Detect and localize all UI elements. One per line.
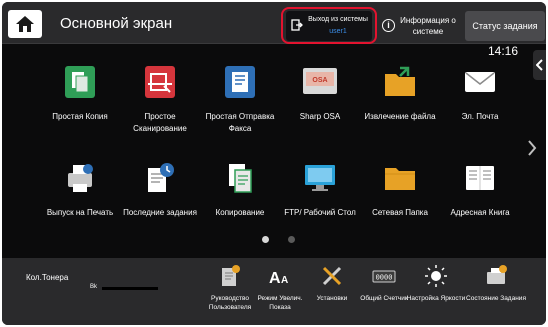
next-page-arrow[interactable] — [527, 139, 537, 162]
page-dot-active[interactable] — [262, 236, 269, 243]
app-tile-simple-copy[interactable]: Простая Копия — [40, 64, 120, 148]
home-screen: Основной экран Выход из системы user1 i … — [2, 2, 546, 325]
toner-color-label: Bk — [90, 284, 98, 290]
app-label: Простое Сканирование — [133, 112, 187, 133]
svg-text:A: A — [269, 270, 281, 287]
top-bar: Основной экран Выход из системы user1 i … — [2, 2, 546, 44]
toner-level-bar — [102, 287, 158, 290]
app-tile-file-retrieval[interactable]: Извлечение файла — [360, 64, 440, 148]
svg-text:0000: 0000 — [376, 275, 393, 283]
fax-blue-icon — [225, 66, 255, 98]
shortcut-label: Общий Счетчик — [360, 295, 408, 302]
info-icon: i — [382, 19, 395, 32]
zoom-text-icon: A A — [269, 270, 288, 287]
shortcut-settings[interactable]: Установки — [306, 264, 358, 322]
job-status-icon — [487, 265, 507, 284]
clock: 14:16 — [488, 44, 519, 58]
job-status-button[interactable]: Статус задания — [465, 11, 545, 41]
toner-label: Кол.Тонера — [26, 273, 69, 282]
page-dot[interactable] — [288, 236, 295, 243]
copy-icon — [229, 164, 252, 193]
shortcut-label: Состояние Задания — [466, 295, 526, 302]
app-tile-simple-fax[interactable]: Простая Отправка Факса — [200, 64, 280, 148]
app-tile-print-release[interactable]: Выпуск на Печать — [40, 160, 120, 244]
print-release-icon — [68, 164, 93, 192]
chevron-left-icon — [536, 59, 543, 71]
chevron-right-icon — [528, 140, 537, 156]
app-label: Извлечение файла — [364, 112, 436, 121]
app-label: Последние задания — [123, 208, 197, 217]
shortcut-total-count[interactable]: 0000 Общий Счетчик — [358, 264, 410, 322]
ftp-desktop-icon — [305, 165, 335, 191]
app-tile-recent-jobs[interactable]: Последние задания — [120, 160, 200, 244]
shortcut-label: Настройка Яркости — [406, 295, 466, 302]
svg-text:OSA: OSA — [312, 77, 327, 84]
shortcut-label: Режим Увелич. Показа — [257, 295, 303, 311]
shortcut-user-manual[interactable]: Руководство Пользователя — [204, 264, 256, 322]
mail-icon — [465, 72, 495, 92]
brightness-icon — [425, 265, 447, 287]
shortcut-label: Установки — [316, 295, 348, 302]
network-folder-icon — [385, 168, 415, 190]
system-info-button[interactable]: i Информация о системе — [378, 11, 463, 41]
sharp-osa-icon: OSA — [303, 68, 337, 94]
app-tile-ftp-desktop[interactable]: FTP/ Рабочий Стол — [280, 160, 360, 244]
app-label: Копирование — [215, 208, 265, 217]
copy-green-icon — [65, 66, 95, 98]
app-label: Сетевая Папка — [372, 208, 428, 217]
shortcut-brightness[interactable]: Настройка Яркости — [407, 264, 465, 322]
scan-red-icon — [145, 66, 175, 98]
app-label: FTP/ Рабочий Стол — [284, 208, 356, 217]
logout-button[interactable]: Выход из системы user1 — [286, 11, 372, 41]
app-tile-sharp-osa[interactable]: OSA Sharp OSA — [280, 64, 360, 148]
system-info-label: Информация о системе — [400, 16, 456, 36]
app-tile-network-folder[interactable]: Сетевая Папка — [360, 160, 440, 244]
app-grid: Простая Копия Простое Сканирование Прост… — [40, 64, 520, 234]
counter-icon: 0000 — [372, 270, 396, 283]
shortcut-zoom-mode[interactable]: A A Режим Увелич. Показа — [254, 264, 306, 322]
app-label: Адресная Книга — [450, 208, 510, 217]
app-tile-address-book[interactable]: Адресная Книга — [440, 160, 520, 244]
app-label: Простая Отправка Факса — [205, 112, 275, 133]
app-tile-email[interactable]: Эл. Почта — [440, 64, 520, 148]
home-icon — [16, 16, 34, 32]
app-label: Простая Копия — [52, 112, 108, 121]
shortcut-job-status[interactable]: Состояние Задания — [466, 264, 526, 322]
app-label: Эл. Почта — [461, 112, 499, 121]
screen-title: Основной экран — [60, 15, 173, 32]
settings-tools-icon — [322, 266, 342, 286]
address-book-icon — [466, 166, 494, 190]
app-label: Sharp OSA — [299, 112, 341, 121]
app-tile-simple-scan[interactable]: Простое Сканирование — [120, 64, 200, 148]
recent-jobs-icon — [148, 163, 174, 192]
app-tile-copy[interactable]: Копирование — [200, 160, 280, 244]
manual-icon — [222, 265, 240, 286]
folder-retrieve-icon — [385, 66, 415, 96]
side-panel-tab[interactable] — [533, 50, 546, 80]
bottom-bar: Кол.Тонера Bk Руководство Пользователя A… — [2, 258, 546, 325]
app-label: Выпуск на Печать — [46, 208, 114, 217]
home-button[interactable] — [8, 10, 42, 38]
logged-in-user: user1 — [329, 28, 347, 35]
logout-label: Выход из системы — [308, 16, 368, 23]
logout-icon — [291, 19, 303, 31]
svg-text:A: A — [281, 275, 288, 286]
